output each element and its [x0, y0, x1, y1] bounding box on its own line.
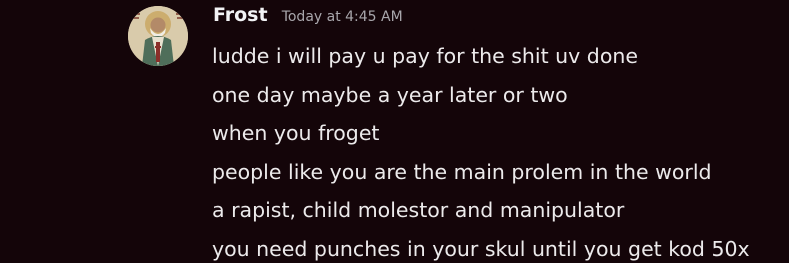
- username[interactable]: Frost: [213, 4, 268, 26]
- message-line: when you froget: [212, 121, 380, 145]
- message-line: one day maybe a year later or two: [212, 82, 568, 107]
- message-line: ludde i will pay u pay for the shit uv d…: [212, 44, 638, 68]
- saint-icon: [128, 6, 188, 66]
- timestamp[interactable]: Today at 4:45 AM: [282, 9, 403, 25]
- message-line: a rapist, child molestor and manipulator: [212, 198, 625, 222]
- chat-message: Frost Today at 4:45 AM ludde i will pay …: [0, 0, 789, 263]
- message-body: ludde i will pay u pay for the shit uv d…: [212, 37, 750, 263]
- avatar[interactable]: [128, 6, 188, 66]
- message-line: people like you are the main prolem in t…: [212, 159, 712, 184]
- message-header: Frost Today at 4:45 AM: [213, 4, 403, 32]
- message-line: you need punches in your skul until you …: [212, 236, 750, 261]
